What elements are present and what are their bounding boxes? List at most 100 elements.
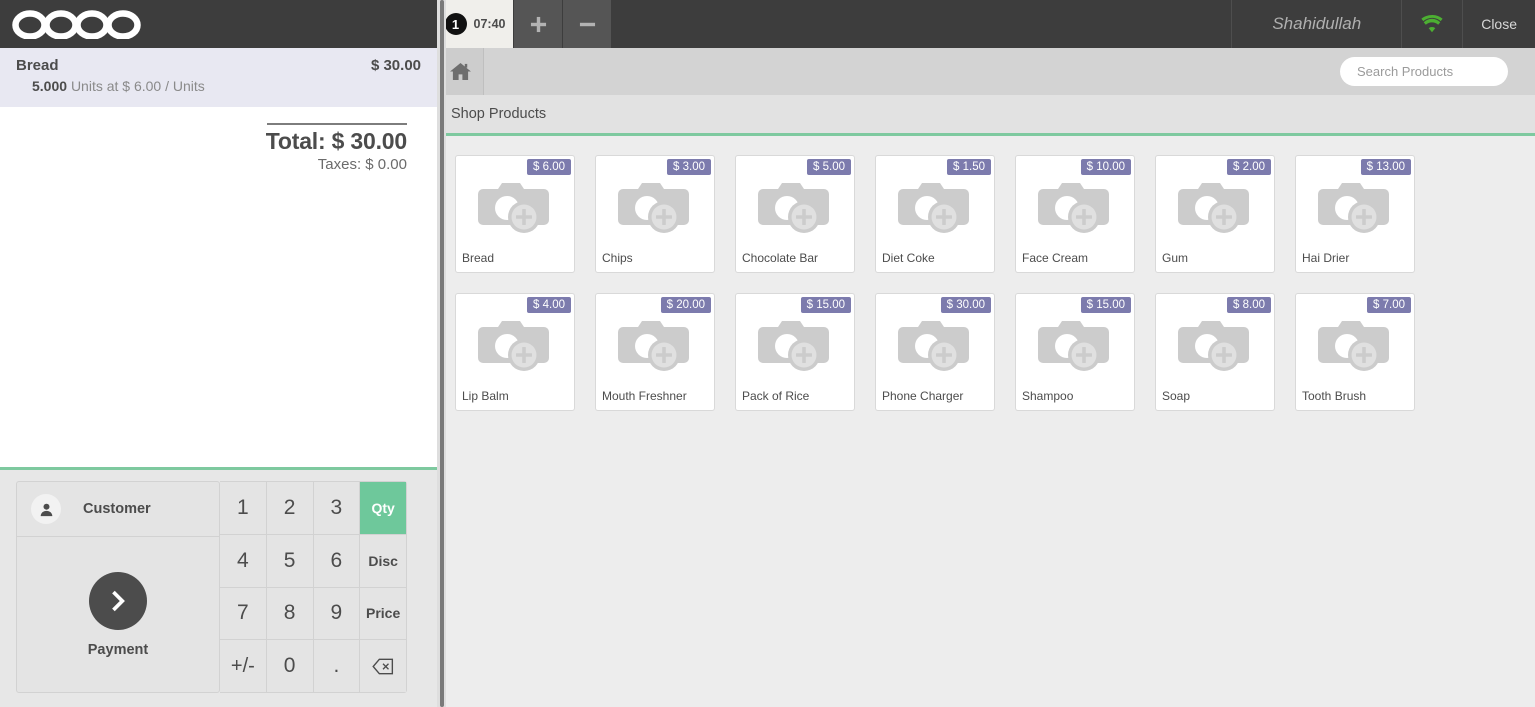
product-card-hai-drier[interactable]: $ 13.00 Hai Drier: [1295, 155, 1415, 273]
breadcrumb-bar: ✖: [437, 48, 1535, 95]
cashier-name[interactable]: Shahidullah: [1231, 0, 1401, 48]
camera-placeholder-icon: [478, 320, 549, 371]
camera-placeholder-icon: [1038, 182, 1109, 233]
camera-placeholder-icon: [1318, 320, 1389, 371]
product-search-box[interactable]: ✖: [1340, 57, 1533, 86]
product-price-badge: $ 15.00: [800, 297, 851, 313]
order-taxes: Taxes: $ 0.00: [317, 156, 407, 173]
chevron-right-icon: [89, 571, 147, 630]
product-card-pack-of-rice[interactable]: $ 15.00 Pack of Rice: [735, 293, 855, 411]
close-pos-button[interactable]: Close: [1462, 0, 1535, 48]
product-list-area: $ 6.00 Bread $ 3.00 Chips $ 5.00 Chocola…: [437, 136, 1535, 707]
numpad-key-7[interactable]: 7: [220, 587, 266, 640]
numpad-key-4[interactable]: 4: [220, 534, 266, 587]
add-order-button[interactable]: [514, 0, 562, 48]
backspace-icon: [372, 658, 394, 674]
product-name: Diet Coke: [882, 251, 935, 265]
numpad-key-1[interactable]: 1: [220, 482, 266, 534]
numpad-key-3[interactable]: 3: [313, 482, 360, 534]
camera-placeholder-icon: [618, 320, 689, 371]
summary-divider: [267, 123, 407, 125]
payment-button[interactable]: Payment: [17, 537, 219, 692]
product-name: Phone Charger: [882, 389, 964, 403]
orderline-product-name: Bread: [16, 57, 59, 74]
order-tab-badge: 1: [444, 13, 467, 35]
product-name: Mouth Freshner: [602, 389, 687, 403]
camera-placeholder-icon: [758, 320, 829, 371]
product-price-badge: $ 30.00: [940, 297, 991, 313]
product-name: Lip Balm: [462, 389, 509, 403]
numpad-mode-disc[interactable]: Disc: [360, 534, 406, 587]
set-customer-button[interactable]: Customer: [17, 482, 219, 537]
product-card-phone-charger[interactable]: $ 30.00 Phone Charger: [875, 293, 995, 411]
product-name: Pack of Rice: [742, 389, 810, 403]
product-category-bar: Shop Products: [437, 95, 1535, 136]
product-price-badge: $ 6.00: [527, 159, 571, 175]
product-price-badge: $ 1.50: [947, 159, 991, 175]
product-card-bread[interactable]: $ 6.00 Bread: [455, 155, 575, 273]
orderline-quantity: 5.000: [32, 78, 68, 94]
numpad-key-decimal[interactable]: .: [313, 640, 360, 692]
product-price-badge: $ 2.00: [1227, 159, 1271, 175]
product-card-tooth-brush[interactable]: $ 7.00 Tooth Brush: [1295, 293, 1415, 411]
product-price-badge: $ 3.00: [667, 159, 711, 175]
product-name: Chocolate Bar: [742, 251, 819, 265]
pos-brand-bar: [0, 0, 437, 48]
numpad-key-6[interactable]: 6: [313, 534, 360, 587]
product-name: Hai Drier: [1302, 251, 1350, 265]
product-card-soap[interactable]: $ 8.00 Soap: [1155, 293, 1275, 411]
close-pos-label: Close: [1481, 16, 1517, 32]
numpad-key-8[interactable]: 8: [266, 587, 313, 640]
order-tab-1[interactable]: 1 07:40: [437, 0, 513, 48]
action-pad: Customer Payment: [16, 481, 220, 693]
camera-placeholder-icon: [1318, 182, 1389, 233]
numpad-key-0[interactable]: 0: [266, 640, 313, 692]
product-price-badge: $ 7.00: [1367, 297, 1411, 313]
remove-order-button[interactable]: [563, 0, 611, 48]
product-card-shampoo[interactable]: $ 15.00 Shampoo: [1015, 293, 1135, 411]
pos-right-panel: 1 07:40 Shahidullah Close Search Product…: [437, 0, 1535, 707]
camera-placeholder-icon: [898, 320, 969, 371]
product-card-gum[interactable]: $ 2.00 Gum: [1155, 155, 1275, 273]
product-card-chips[interactable]: $ 3.00 Chips: [595, 155, 715, 273]
wifi-icon: [1421, 15, 1443, 33]
orderline-bread[interactable]: Bread $ 30.00 5.000 Units at $ 6.00 / Un…: [0, 48, 437, 107]
product-name: Face Cream: [1022, 251, 1089, 265]
product-price-badge: $ 10.00: [1080, 159, 1131, 175]
order-receipt-area: Bread $ 30.00 5.000 Units at $ 6.00 / Un…: [0, 48, 437, 467]
orderline-unit-info: Units at $ 6.00 / Units: [70, 78, 205, 94]
product-card-lip-balm[interactable]: $ 4.00 Lip Balm: [455, 293, 575, 411]
product-price-badge: $ 8.00: [1227, 297, 1271, 313]
numpad-key-9[interactable]: 9: [313, 587, 360, 640]
camera-placeholder-icon: [1178, 320, 1249, 371]
numpad-key-plusminus[interactable]: +/-: [220, 640, 266, 692]
product-card-chocolate-bar[interactable]: $ 5.00 Chocolate Bar: [735, 155, 855, 273]
top-bar-spacer: [611, 0, 1231, 48]
numpad-mode-qty[interactable]: Qty: [360, 482, 406, 534]
cashier-name-label: Shahidullah: [1272, 14, 1362, 33]
numpad-key-backspace[interactable]: [360, 640, 406, 692]
product-card-face-cream[interactable]: $ 10.00 Face Cream: [1015, 155, 1135, 273]
odoo-logo: [12, 10, 141, 39]
camera-placeholder-icon: [898, 182, 969, 233]
home-icon: [449, 62, 471, 81]
search-input[interactable]: [1357, 64, 1533, 79]
camera-placeholder-icon: [1178, 182, 1249, 233]
panel-scrollbar-divider[interactable]: [437, 0, 446, 707]
order-total: Total: $ 30.00: [265, 128, 407, 154]
order-tab-time: 07:40: [473, 17, 506, 31]
product-name: Chips: [602, 251, 633, 265]
product-card-diet-coke[interactable]: $ 1.50 Diet Coke: [875, 155, 995, 273]
camera-placeholder-icon: [1038, 320, 1109, 371]
numpad-mode-price[interactable]: Price: [360, 587, 406, 640]
product-card-mouth-freshner[interactable]: $ 20.00 Mouth Freshner: [595, 293, 715, 411]
minus-icon: [579, 22, 595, 26]
product-price-badge: $ 20.00: [660, 297, 711, 313]
orderline-subtotal: $ 30.00: [370, 57, 421, 74]
numpad-key-2[interactable]: 2: [266, 482, 313, 534]
numpad-key-5[interactable]: 5: [266, 534, 313, 587]
pos-top-bar: 1 07:40 Shahidullah Close: [437, 0, 1535, 48]
sync-status[interactable]: [1401, 0, 1462, 48]
camera-placeholder-icon: [758, 182, 829, 233]
category-title: Shop Products: [451, 106, 547, 122]
